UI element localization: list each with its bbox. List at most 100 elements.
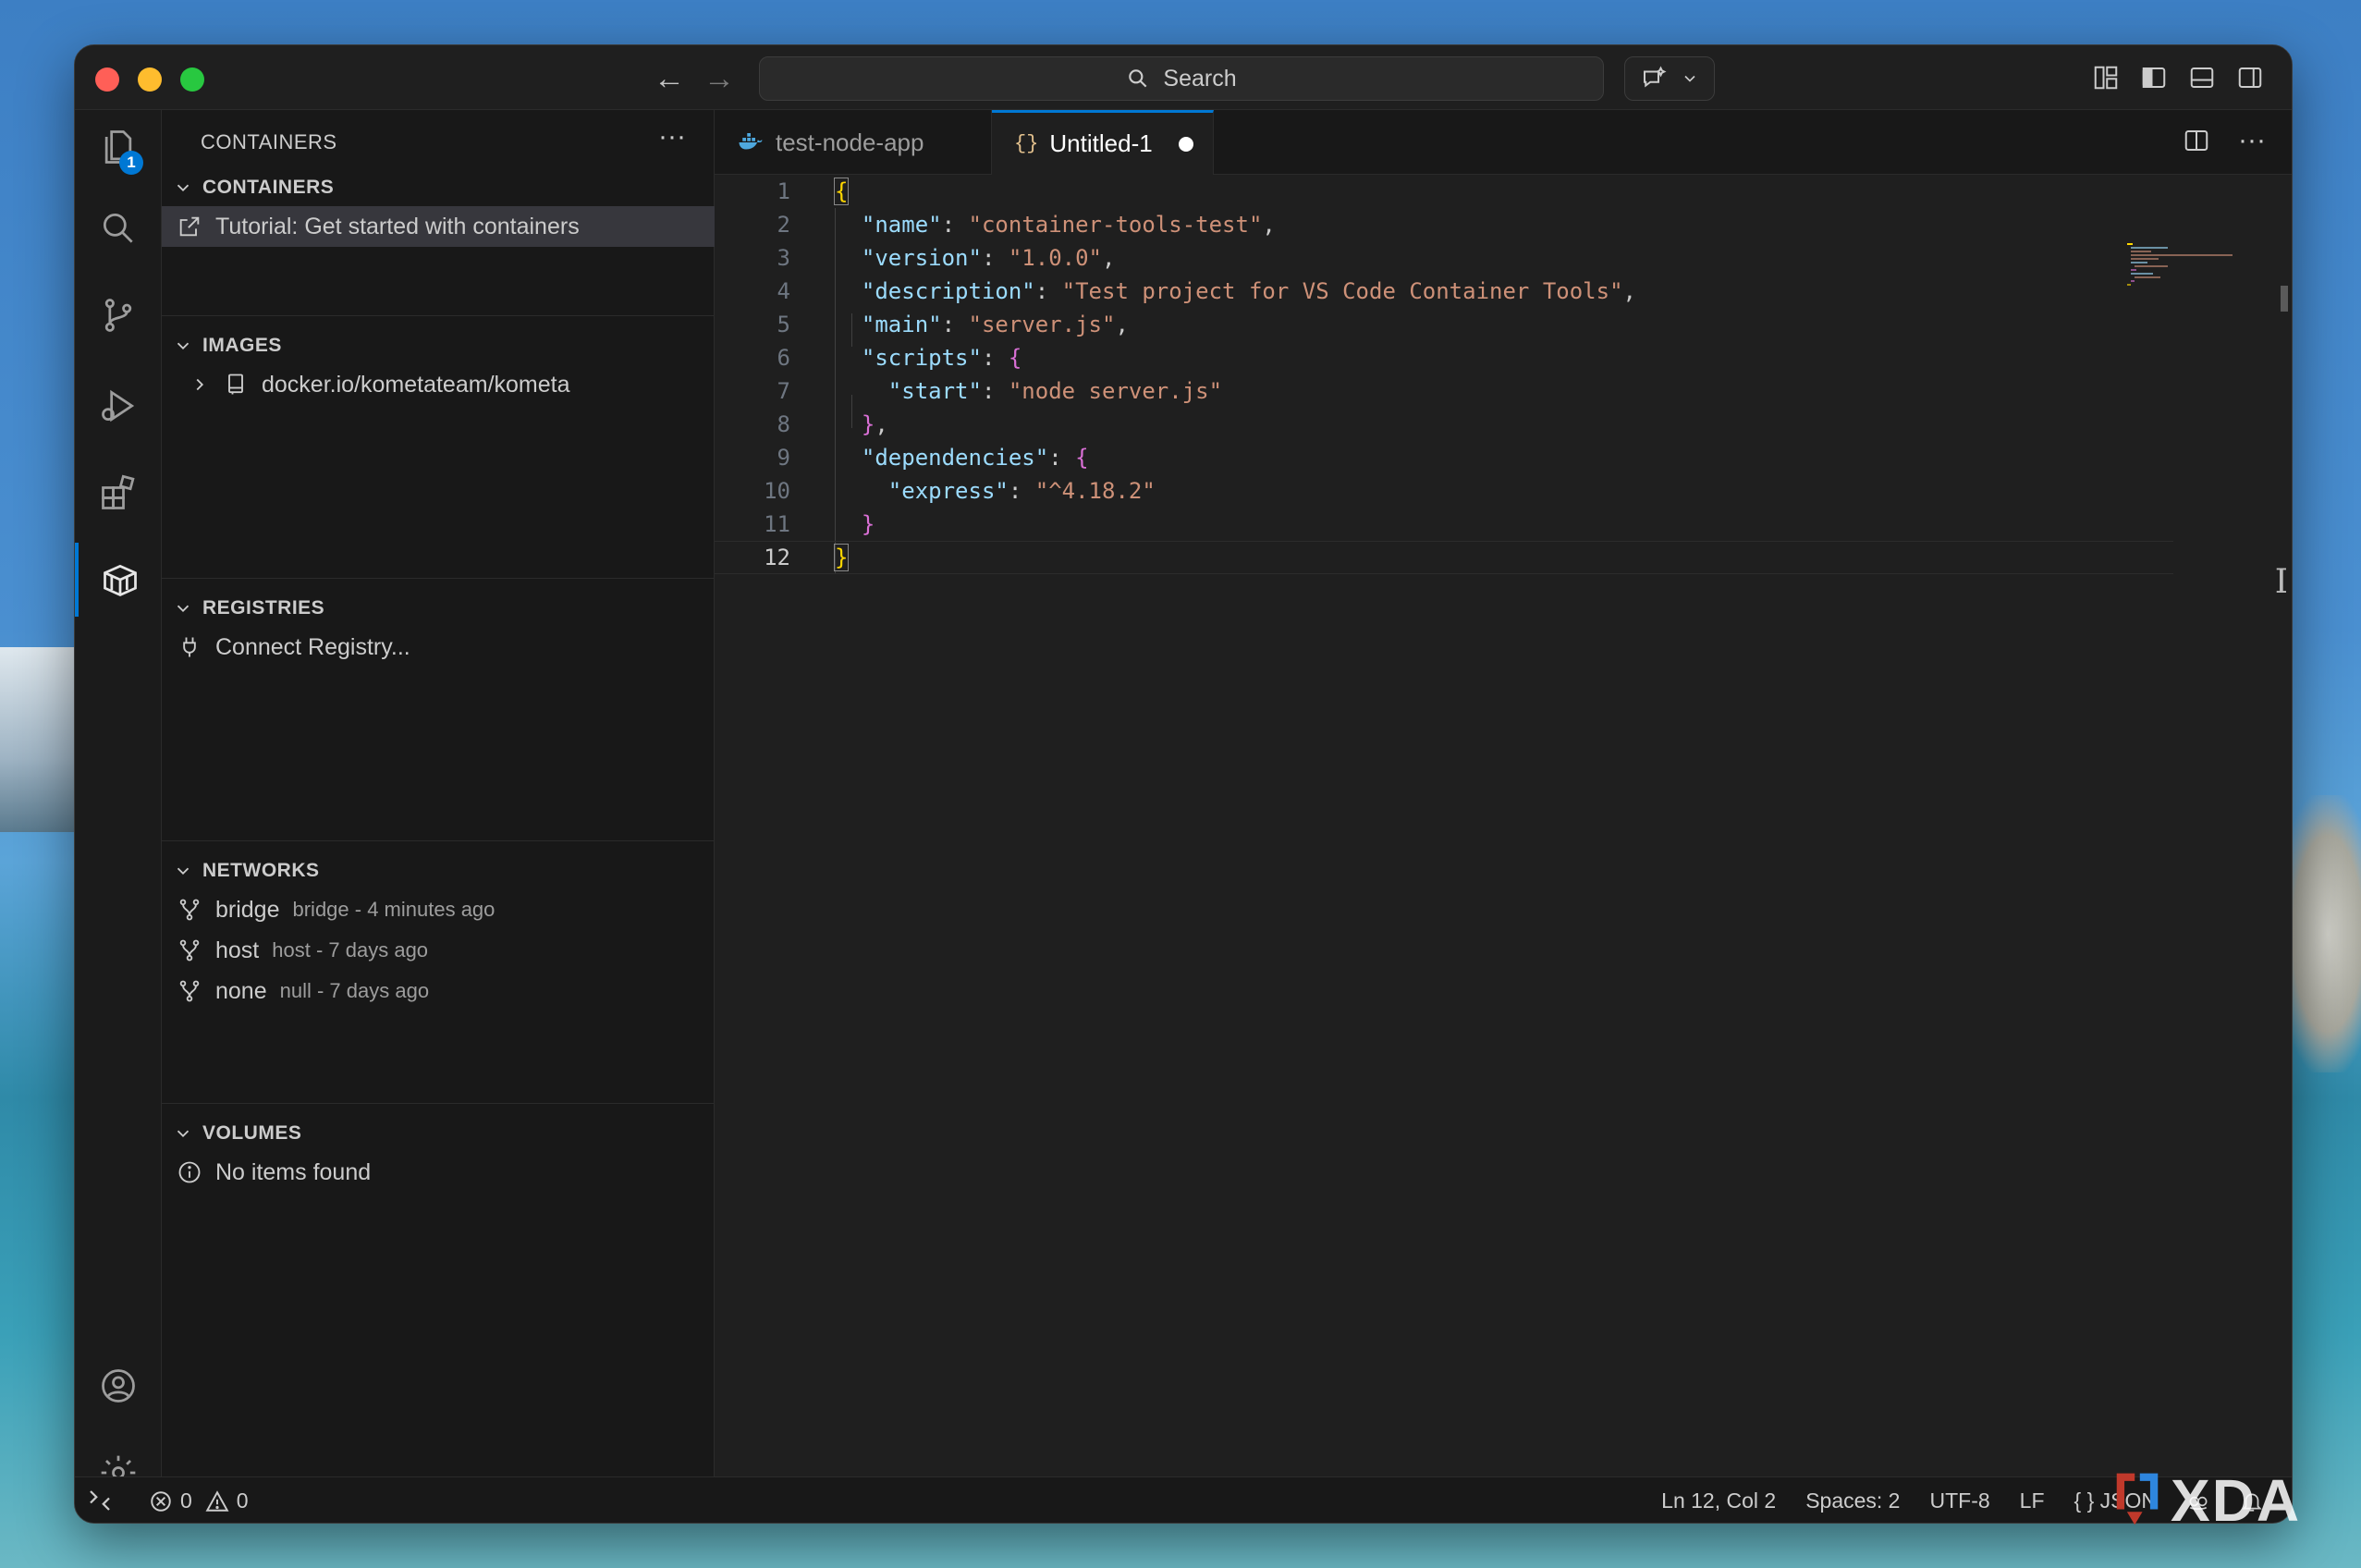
json-key: "version" bbox=[861, 245, 982, 271]
tab-test-node-app[interactable]: test-node-app bbox=[715, 110, 992, 175]
section-header-networks[interactable]: NETWORKS bbox=[162, 852, 715, 889]
tab-label: test-node-app bbox=[776, 128, 924, 156]
json-colon: : bbox=[981, 345, 1009, 371]
section-header-registries[interactable]: REGISTRIES bbox=[162, 590, 715, 627]
docker-icon bbox=[739, 133, 763, 150]
toggle-primary-sidebar-icon[interactable] bbox=[2140, 64, 2168, 92]
json-colon: : bbox=[981, 245, 1009, 271]
unsaved-dot-icon[interactable] bbox=[1178, 136, 1193, 152]
error-icon bbox=[151, 1490, 171, 1512]
list-item[interactable]: none null - 7 days ago bbox=[162, 971, 715, 1011]
activity-search[interactable] bbox=[75, 191, 162, 265]
vscode-window: ← → Search 1 CONTAINERS ··· CONTAINERS T… bbox=[74, 44, 2293, 1524]
source-control-icon bbox=[104, 299, 132, 332]
image-repository-icon bbox=[228, 374, 243, 395]
close-window-button[interactable] bbox=[95, 67, 119, 92]
code-line: 11 } bbox=[715, 508, 2173, 541]
tree-item-label: Tutorial: Get started with containers bbox=[215, 213, 580, 239]
line-number: 7 bbox=[777, 378, 790, 404]
list-item: No items found bbox=[162, 1152, 715, 1193]
activity-source-control[interactable] bbox=[75, 278, 162, 352]
tree-item-description: bridge - 4 minutes ago bbox=[292, 898, 495, 921]
network-icon bbox=[179, 980, 200, 1002]
section-header-containers[interactable]: CONTAINERS bbox=[162, 169, 715, 206]
list-item[interactable]: docker.io/kometateam/kometa bbox=[162, 364, 715, 405]
toggle-secondary-sidebar-icon[interactable] bbox=[2236, 64, 2264, 92]
command-center-search[interactable]: Search bbox=[759, 56, 1604, 101]
plug-icon bbox=[183, 637, 196, 657]
json-braces-icon: { } bbox=[2074, 1488, 2095, 1513]
back-arrow-icon[interactable]: ← bbox=[654, 60, 685, 97]
code-line: 7 "start": "node server.js" bbox=[715, 374, 2173, 408]
json-brace: { bbox=[833, 178, 850, 205]
line-number: 10 bbox=[764, 478, 790, 504]
xda-watermark: XDA bbox=[2171, 1467, 2302, 1534]
minimap[interactable] bbox=[2127, 241, 2238, 297]
line-number: 3 bbox=[777, 245, 790, 271]
code-line: 4 "description": "Test project for VS Co… bbox=[715, 275, 2173, 308]
end-of-line[interactable]: LF bbox=[2020, 1488, 2045, 1513]
zoom-window-button[interactable] bbox=[180, 67, 204, 92]
json-key: "scripts" bbox=[861, 345, 982, 371]
list-item[interactable]: Tutorial: Get started with containers bbox=[162, 206, 715, 247]
activity-containers[interactable] bbox=[75, 543, 162, 617]
activity-bar: 1 bbox=[75, 110, 162, 1490]
list-item[interactable]: bridge bridge - 4 minutes ago bbox=[162, 889, 715, 930]
tab-untitled-1[interactable]: {} Untitled-1 bbox=[992, 110, 1214, 175]
extensions-icon bbox=[102, 474, 135, 509]
desktop-wallpaper-mountains bbox=[0, 647, 83, 832]
activity-extensions[interactable] bbox=[75, 456, 162, 530]
tree-item-label: host bbox=[215, 937, 260, 963]
line-number: 4 bbox=[777, 278, 790, 304]
tree-item-label: docker.io/kometateam/kometa bbox=[262, 371, 570, 398]
forward-arrow-icon[interactable]: → bbox=[703, 60, 735, 97]
section-header-images[interactable]: IMAGES bbox=[162, 327, 715, 364]
run-debug-icon bbox=[102, 389, 135, 423]
json-brace: } bbox=[833, 544, 850, 571]
activity-explorer[interactable]: 1 bbox=[75, 110, 162, 184]
code-line: 8 }, bbox=[715, 408, 2173, 441]
json-colon: : bbox=[981, 378, 1009, 404]
scrollbar-thumb[interactable] bbox=[2281, 286, 2288, 312]
error-count: 0 bbox=[180, 1488, 192, 1513]
code-line: 10 "express": "^4.18.2" bbox=[715, 474, 2173, 508]
encoding[interactable]: UTF-8 bbox=[1929, 1488, 1989, 1513]
search-label: Search bbox=[1163, 65, 1237, 92]
status-bar: 0 0 Ln 12, Col 2 Spaces: 2 UTF-8 LF { } … bbox=[75, 1476, 2292, 1523]
code-editor[interactable]: 1 { 2 "name": "container-tools-test", 3 … bbox=[715, 175, 2292, 1478]
list-item[interactable]: host host - 7 days ago bbox=[162, 930, 715, 971]
section-title: REGISTRIES bbox=[202, 597, 325, 619]
list-item[interactable]: Connect Registry... bbox=[162, 627, 715, 668]
remote-indicator-icon[interactable] bbox=[86, 1487, 114, 1514]
tab-label: Untitled-1 bbox=[1049, 129, 1153, 157]
more-actions-icon[interactable]: ··· bbox=[2238, 127, 2266, 154]
cursor-position[interactable]: Ln 12, Col 2 bbox=[1661, 1488, 1776, 1513]
sidebar-title: CONTAINERS bbox=[201, 130, 337, 153]
activity-run-debug[interactable] bbox=[75, 369, 162, 443]
customize-layout-icon[interactable] bbox=[2092, 64, 2120, 92]
problems-indicator[interactable]: 0 0 bbox=[149, 1488, 249, 1513]
activity-accounts[interactable] bbox=[75, 1349, 162, 1423]
network-icon bbox=[179, 899, 200, 921]
json-value: "container-tools-test" bbox=[968, 212, 1263, 238]
line-number: 2 bbox=[777, 212, 790, 238]
layout-controls bbox=[2092, 64, 2264, 92]
network-icon bbox=[179, 939, 200, 962]
copilot-chat-button[interactable] bbox=[1624, 56, 1715, 101]
json-brace: } bbox=[861, 511, 875, 537]
external-link-icon bbox=[179, 216, 200, 237]
more-actions-icon[interactable]: ··· bbox=[658, 121, 686, 153]
toggle-panel-icon[interactable] bbox=[2188, 64, 2216, 92]
json-comma: , bbox=[1622, 278, 1636, 304]
minimize-window-button[interactable] bbox=[138, 67, 162, 92]
section-registries: REGISTRIES Connect Registry... bbox=[162, 578, 715, 668]
indentation[interactable]: Spaces: 2 bbox=[1805, 1488, 1900, 1513]
split-editor-icon[interactable] bbox=[2183, 127, 2210, 154]
json-key: "express" bbox=[887, 478, 1009, 504]
json-colon: : bbox=[941, 312, 969, 337]
editor-actions: ··· bbox=[2183, 127, 2266, 154]
chevron-down-icon bbox=[1684, 75, 1695, 82]
json-value: "^4.18.2" bbox=[1034, 478, 1156, 504]
section-header-volumes[interactable]: VOLUMES bbox=[162, 1115, 715, 1152]
editor-area: test-node-app {} Untitled-1 ··· 1 { 2 "n… bbox=[715, 110, 2292, 1478]
